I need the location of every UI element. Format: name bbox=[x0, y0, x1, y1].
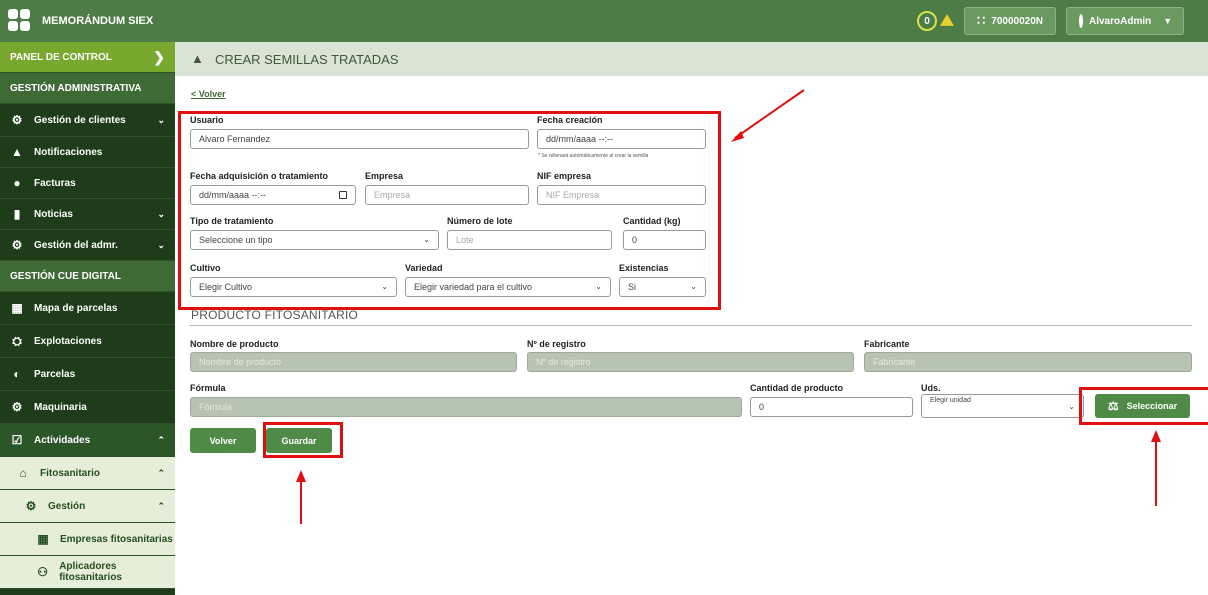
sidebar-item-mapa-parcelas[interactable]: ▦ Mapa de parcelas bbox=[0, 292, 175, 325]
invoice-icon: ● bbox=[13, 176, 21, 190]
chevron-down-icon: ⌄ bbox=[1068, 402, 1075, 411]
org-chart-icon: ∷ bbox=[977, 13, 986, 28]
sidebar-item-parcelas[interactable]: ◐ Parcelas bbox=[0, 358, 175, 391]
sidebar-item-explotaciones[interactable]: ⛭ Explotaciones bbox=[0, 325, 175, 358]
organization-code: 70000020N bbox=[991, 15, 1043, 27]
cantidad-producto-label: Cantidad de producto bbox=[750, 383, 843, 393]
sidebar-item-notificaciones[interactable]: ▲ Notificaciones bbox=[0, 137, 175, 168]
sidebar-item-label: Fitosanitario bbox=[40, 467, 101, 479]
sidebar-item-actividades[interactable]: ☑ Actividades ⌃ bbox=[0, 424, 175, 457]
sidebar-item-fitosanitario[interactable]: ⌂ Fitosanitario ⌃ bbox=[0, 457, 175, 490]
nombre-producto-label: Nombre de producto bbox=[190, 339, 279, 349]
chevron-up-icon: ⌃ bbox=[157, 467, 165, 478]
arrow-head-guardar bbox=[296, 470, 306, 482]
chevron-down-icon: ⌄ bbox=[157, 208, 165, 219]
sidebar-item-label: Gestión del admr. bbox=[34, 239, 118, 251]
annotation-box-guardar bbox=[263, 422, 343, 458]
sidebar-item-label: Actividades bbox=[34, 434, 91, 446]
parcel-icon: ◐ bbox=[13, 367, 21, 381]
section-title-producto-fitosanitario: PRODUCTO FITOSANITARIO bbox=[191, 308, 359, 322]
sidebar-item-label: Mapa de parcelas bbox=[34, 302, 118, 314]
sidebar-item-label: Maquinaria bbox=[34, 401, 87, 413]
sidebar-item-label: Parcelas bbox=[34, 368, 76, 380]
back-link[interactable]: < Volver bbox=[191, 89, 226, 99]
calendar-check-icon: ☑ bbox=[11, 433, 23, 447]
tractor-icon: ⛭ bbox=[12, 333, 22, 348]
user-icon bbox=[1079, 14, 1083, 28]
sidebar-item-gestion[interactable]: ⚙ Gestión ⌃ bbox=[0, 490, 175, 523]
sidebar-item-label: Explotaciones bbox=[34, 335, 102, 347]
sidebar-item-panel-de-control[interactable]: PANEL DE CONTROL ❯ bbox=[0, 42, 175, 73]
uds-value: Elegir unidad bbox=[930, 397, 971, 404]
machinery-icon: ⚙ bbox=[11, 400, 23, 414]
sidebar-item-label: Gestión de clientes bbox=[34, 114, 126, 126]
organization-button[interactable]: ∷ 70000020N bbox=[964, 7, 1056, 35]
chevron-right-icon: ❯ bbox=[153, 48, 165, 65]
chevron-down-icon: ▼ bbox=[1163, 16, 1173, 26]
formula-field[interactable]: Fórmula bbox=[190, 397, 742, 417]
user-menu-button[interactable]: AlvaroAdmin ▼ bbox=[1066, 7, 1184, 35]
fabricante-field[interactable]: Fabricante bbox=[864, 352, 1192, 372]
chevron-down-icon: ⌄ bbox=[157, 239, 165, 250]
top-bar: MEMORÁNDUM SIEX 0 ∷ 70000020N AlvaroAdmi… bbox=[0, 0, 1208, 42]
sidebar: PANEL DE CONTROL ❯ GESTIÓN ADMINISTRATIV… bbox=[0, 42, 175, 595]
sidebar-item-maquinaria[interactable]: ⚙ Maquinaria bbox=[0, 391, 175, 424]
bell-icon: ▲ bbox=[11, 145, 23, 159]
section-divider bbox=[189, 325, 1192, 326]
chevron-down-icon: ⌄ bbox=[157, 114, 165, 125]
arrow-head-seleccionar bbox=[1151, 430, 1161, 442]
greenhouse-icon: ⌂ bbox=[19, 466, 27, 480]
sidebar-section-gestion-cue-digital: GESTIÓN CUE DIGITAL bbox=[0, 261, 175, 292]
sidebar-item-empresas-fitosanitarias[interactable]: ▦ Empresas fitosanitarias bbox=[0, 523, 175, 556]
annotation-box-form bbox=[178, 111, 721, 310]
brand[interactable]: MEMORÁNDUM SIEX bbox=[0, 0, 175, 42]
sidebar-section-gestion-administrativa: GESTIÓN ADMINISTRATIVA bbox=[0, 73, 175, 104]
sidebar-item-label: Notificaciones bbox=[34, 146, 103, 158]
notifications[interactable]: 0 bbox=[917, 11, 954, 31]
sidebar-section-label: GESTIÓN CUE DIGITAL bbox=[10, 270, 121, 282]
arrow-head-form bbox=[731, 131, 744, 142]
registro-label: Nº de registro bbox=[527, 339, 586, 349]
sidebar-item-gestion-admr[interactable]: ⚙ Gestión del admr. ⌄ bbox=[0, 230, 175, 261]
sidebar-item-gestion-clientes[interactable]: ⚙ Gestión de clientes ⌄ bbox=[0, 104, 175, 137]
volver-button[interactable]: Volver bbox=[190, 428, 256, 453]
uds-select[interactable]: Elegir unidad ⌄ bbox=[921, 394, 1084, 418]
gear-icon: ⚙ bbox=[25, 499, 37, 513]
sidebar-item-label: Facturas bbox=[34, 177, 76, 189]
sidebar-item-facturas[interactable]: ● Facturas bbox=[0, 168, 175, 199]
cantidad-producto-field[interactable]: 0 bbox=[750, 397, 913, 417]
sidebar-item-label: Empresas fitosanitarias bbox=[60, 533, 173, 545]
nombre-producto-field[interactable]: Nombre de producto bbox=[190, 352, 517, 372]
formula-label: Fórmula bbox=[190, 383, 226, 393]
user-name: AlvaroAdmin bbox=[1089, 15, 1152, 27]
sidebar-item-aplicadores-fitosanitarios[interactable]: ⚇ Aplicadores fitosanitarios bbox=[0, 556, 175, 589]
page-title: CREAR SEMILLAS TRATADAS bbox=[215, 51, 399, 67]
sidebar-item-label: PANEL DE CONTROL bbox=[10, 51, 112, 63]
people-icon: ⚇ bbox=[37, 565, 48, 579]
annotation-box-seleccionar bbox=[1079, 387, 1208, 425]
sidebar-section-label: GESTIÓN ADMINISTRATIVA bbox=[10, 82, 142, 94]
map-icon: ▦ bbox=[11, 301, 23, 315]
sidebar-item-label: Gestión bbox=[48, 500, 86, 512]
chevron-up-icon: ⌃ bbox=[157, 434, 165, 445]
clover-logo-icon bbox=[8, 9, 32, 33]
gear-icon: ⚙ bbox=[11, 238, 23, 252]
fabricante-label: Fabricante bbox=[864, 339, 910, 349]
gear-icon: ⚙ bbox=[11, 113, 23, 127]
registro-field[interactable]: Nº de registro bbox=[527, 352, 854, 372]
uds-label: Uds. bbox=[921, 383, 941, 393]
notification-count: 0 bbox=[917, 11, 937, 31]
arrow-line-form bbox=[734, 89, 805, 139]
flask-icon: ▲ bbox=[191, 51, 204, 66]
sidebar-item-label: Aplicadores fitosanitarios bbox=[59, 561, 122, 583]
main-content: ▲ CREAR SEMILLAS TRATADAS < Volver Usuar… bbox=[175, 42, 1208, 595]
building-icon: ▦ bbox=[37, 532, 49, 546]
sidebar-item-label: Noticias bbox=[34, 208, 73, 220]
page-header: ▲ CREAR SEMILLAS TRATADAS bbox=[175, 42, 1208, 76]
chevron-up-icon: ⌃ bbox=[157, 500, 165, 511]
bell-icon bbox=[940, 14, 954, 26]
brand-name: MEMORÁNDUM SIEX bbox=[42, 15, 154, 27]
megaphone-icon: ▮ bbox=[13, 207, 21, 221]
sidebar-item-noticias[interactable]: ▮ Noticias ⌄ bbox=[0, 199, 175, 230]
